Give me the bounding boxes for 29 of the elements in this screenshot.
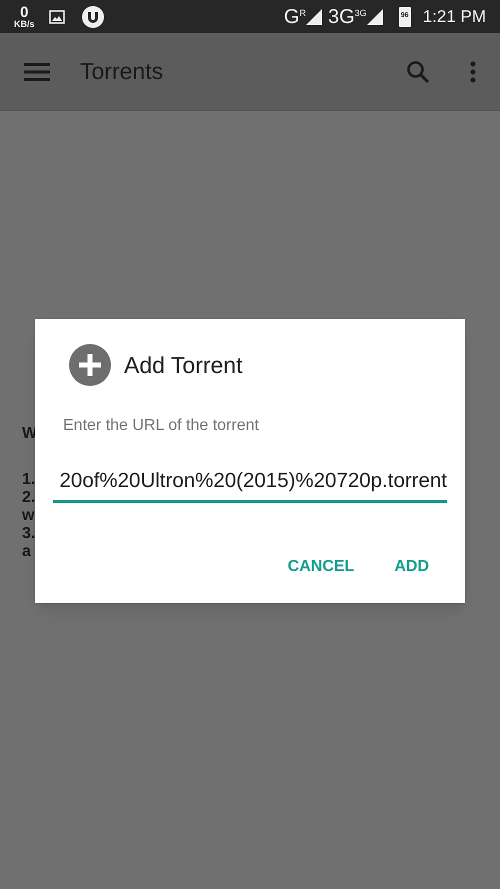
dialog-button[interactable]: CANCEL bbox=[272, 546, 370, 587]
dialog-button[interactable]: ADD bbox=[378, 546, 445, 587]
time: 1:21 PM bbox=[422, 6, 486, 28]
network-sup: R bbox=[299, 6, 306, 20]
background-text: w bbox=[22, 507, 34, 525]
signal-icon bbox=[306, 8, 322, 24]
app-title: Torrents bbox=[80, 57, 164, 86]
search-icon bbox=[406, 60, 430, 84]
prompt-text: Enter the URL of the torrent bbox=[63, 416, 259, 436]
background-text: 1. bbox=[22, 471, 36, 489]
menu-icon bbox=[24, 62, 50, 82]
image-icon bbox=[48, 10, 65, 24]
background-text: 3. bbox=[22, 525, 36, 543]
background-text: 2. bbox=[22, 489, 36, 507]
overflow-menu-button[interactable] bbox=[470, 60, 476, 82]
background-text: a bbox=[22, 543, 31, 561]
url-field[interactable]: 20of%20Ultron%20(2015)%20720p.torrent bbox=[53, 466, 447, 503]
network-label: G bbox=[284, 6, 300, 26]
speed-unit: KB/s bbox=[14, 20, 35, 28]
signal-icon bbox=[366, 8, 383, 24]
network-label: 3G bbox=[328, 6, 355, 26]
more-icon bbox=[470, 60, 476, 82]
search-button[interactable] bbox=[406, 60, 430, 84]
add-icon bbox=[69, 344, 111, 386]
logo-icon bbox=[80, 4, 105, 28]
menu-button[interactable] bbox=[24, 62, 50, 82]
speed-value: 0 bbox=[20, 4, 28, 20]
network-sup: 3G bbox=[354, 6, 367, 20]
dialog-title: Add Torrent bbox=[124, 350, 242, 380]
